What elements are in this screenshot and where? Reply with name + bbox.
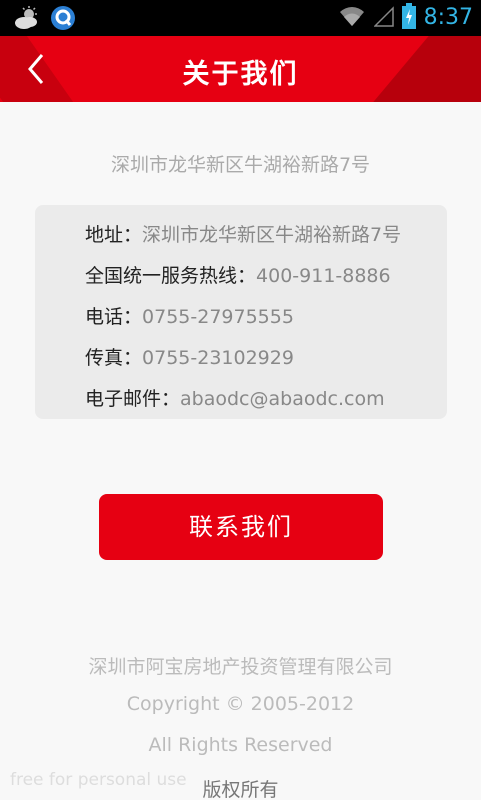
wifi-icon (338, 5, 366, 31)
info-row-hotline: 全国统一服务热线：400-911-8886 (85, 260, 447, 301)
battery-charging-icon (401, 3, 416, 33)
info-row-email: 电子邮件：abaodc@abaodc.com (85, 383, 447, 424)
info-label: 传真： (85, 347, 143, 369)
info-row-phone: 电话：0755-27975555 (85, 301, 447, 342)
weather-cloud-icon (14, 6, 40, 34)
contact-us-button[interactable]: 联系我们 (99, 494, 383, 560)
signal-icon (372, 5, 394, 31)
info-row-address: 地址：深圳市龙华新区牛湖裕新路7号 (85, 219, 447, 260)
footer-rights: All Rights Reserved (148, 734, 333, 756)
footer-company: 深圳市阿宝房地产投资管理有限公司 (88, 656, 393, 678)
page-title: 关于我们 (182, 59, 299, 90)
contact-info-card: 地址：深圳市龙华新区牛湖裕新路7号 全国统一服务热线：400-911-8886 … (35, 205, 447, 419)
info-value[interactable]: abaodc@abaodc.com (180, 388, 385, 410)
info-row-fax: 传真：0755-23102929 (85, 342, 447, 383)
info-value[interactable]: 400-911-8886 (256, 265, 391, 287)
info-label: 电子邮件： (85, 388, 181, 410)
address-subtitle: 深圳市龙华新区牛湖裕新路7号 (110, 154, 371, 176)
status-bar: 8:37 (0, 0, 481, 36)
info-label: 全国统一服务热线： (85, 265, 257, 287)
title-bar: 关于我们 (0, 36, 481, 102)
footer-copyright: Copyright © 2005-2012 (126, 693, 355, 715)
info-value: 0755-23102929 (142, 347, 294, 369)
info-value[interactable]: 0755-27975555 (142, 306, 294, 328)
info-value: 深圳市龙华新区牛湖裕新路7号 (142, 224, 402, 246)
info-label: 电话： (85, 306, 143, 328)
clock-time: 8:37 (423, 5, 473, 30)
info-label: 地址： (85, 224, 143, 246)
watermark: free for personal use (10, 770, 187, 790)
app-q-icon (50, 5, 76, 35)
